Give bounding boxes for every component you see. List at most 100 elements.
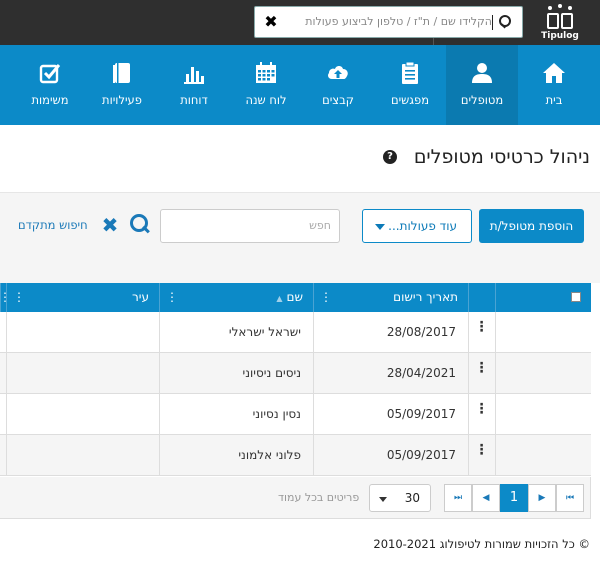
- calendar-icon: [256, 62, 276, 83]
- app-logo[interactable]: Tipulog: [538, 4, 582, 42]
- cell-date: 28/08/2017: [313, 312, 468, 353]
- next-page-button[interactable]: ▶: [528, 484, 556, 512]
- cell-date: 05/09/2017: [313, 435, 468, 476]
- column-menu-icon[interactable]: ⋮: [320, 283, 332, 312]
- logo-text: Tipulog: [541, 31, 579, 41]
- nav-item-sessions[interactable]: מפגשים: [374, 45, 446, 125]
- nav-item-home[interactable]: בית: [518, 45, 590, 125]
- table-row[interactable]: ⋮ 28/04/2021 ניסים ניסיוני: [0, 353, 591, 394]
- nav-item-reports[interactable]: דוחות: [158, 45, 230, 125]
- global-search-placeholder[interactable]: הקלידו שם / ת"ז / טלפון לביצוע פעולות: [305, 15, 492, 28]
- more-actions-label: עוד פעולות...: [388, 219, 457, 233]
- table-pager: ⏮ ▶ 1 ◀ ⏭ 30 פריטים בכל עמוד: [0, 477, 591, 519]
- cell-name[interactable]: נסין נסיוני: [159, 394, 313, 435]
- cell-name[interactable]: ישראל ישראלי: [159, 312, 313, 353]
- row-select-cell[interactable]: [495, 353, 591, 394]
- nav-item-calendar[interactable]: לוח שנה: [230, 45, 302, 125]
- row-actions-cell[interactable]: ⋮: [468, 435, 495, 476]
- more-actions-dropdown[interactable]: עוד פעולות...: [362, 209, 472, 243]
- cloud-upload-icon: [328, 66, 348, 79]
- sort-asc-icon: ▲: [276, 294, 283, 303]
- advanced-search-link[interactable]: חיפוש מתקדם: [18, 218, 88, 232]
- home-icon: [543, 63, 565, 83]
- per-page-label: פריטים בכל עמוד: [278, 491, 360, 504]
- text-caret: [492, 15, 493, 30]
- nav-label-sessions: מפגשים: [390, 93, 430, 107]
- nav-item-tasks[interactable]: משימות: [14, 45, 86, 125]
- close-icon[interactable]: ✖: [261, 11, 281, 33]
- list-search-placeholder: חפש: [309, 219, 331, 232]
- row-select-cell[interactable]: [495, 435, 591, 476]
- row-actions-cell[interactable]: ⋮: [468, 394, 495, 435]
- cell-city: [6, 312, 159, 353]
- user-icon: [472, 63, 492, 83]
- search-icon[interactable]: [498, 14, 514, 30]
- column-label-date: תאריך רישום: [393, 290, 458, 304]
- per-page-select[interactable]: 30: [369, 484, 431, 512]
- check-square-icon: [39, 64, 61, 84]
- column-menu-icon[interactable]: ⋮: [13, 283, 25, 312]
- caret-down-icon: [379, 497, 387, 502]
- table-row[interactable]: ⋮ 05/09/2017 נסין נסיוני: [0, 394, 591, 435]
- prev-page-button[interactable]: ◀: [472, 484, 500, 512]
- cell-city: [6, 353, 159, 394]
- last-page-button[interactable]: ⏭: [444, 484, 472, 512]
- page-header: ניהול כרטיסי מטופלים: [0, 125, 600, 193]
- select-all-header: [495, 283, 591, 312]
- column-header-overflow: ⋮: [0, 283, 11, 312]
- current-page[interactable]: 1: [500, 484, 528, 512]
- nav-label-home: בית: [545, 93, 563, 107]
- table-header: תאריך רישום ⋮ שם▲ ⋮ עיר ⋮ ⋮: [0, 283, 591, 312]
- select-all-checkbox[interactable]: [571, 292, 581, 302]
- row-actions-cell[interactable]: ⋮: [468, 312, 495, 353]
- column-label-city: עיר: [132, 290, 149, 304]
- list-toolbar: הוספת מטופל/ת עוד פעולות... חפש ✖ חיפוש …: [0, 193, 600, 283]
- table-row[interactable]: ⋮ 28/08/2017 ישראל ישראלי: [0, 312, 591, 353]
- first-page-button[interactable]: ⏮: [556, 484, 584, 512]
- logo-mark: [547, 13, 575, 31]
- main-nav: בית מטופלים מפגשים קבצים לוח שנה דוחות פ…: [0, 45, 600, 125]
- nav-label-calendar: לוח שנה: [245, 93, 287, 107]
- cell-name[interactable]: ניסים ניסיוני: [159, 353, 313, 394]
- nav-label-reports: דוחות: [180, 93, 208, 107]
- top-bar: Tipulog הקלידו שם / ת"ז / טלפון לביצוע פ…: [0, 0, 600, 45]
- help-icon[interactable]: ?: [383, 150, 397, 164]
- row-menu-icon[interactable]: ⋮: [468, 312, 495, 342]
- clipboard-icon: [402, 61, 418, 84]
- cell-date: 28/04/2021: [313, 353, 468, 394]
- nav-label-activities: פעילויות: [102, 93, 142, 107]
- cell-date: 05/09/2017: [313, 394, 468, 435]
- cell-city: [6, 394, 159, 435]
- book-icon: [113, 63, 130, 83]
- clear-search-icon[interactable]: ✖: [100, 214, 120, 236]
- row-actions-cell[interactable]: ⋮: [468, 353, 495, 394]
- column-label-name: שם▲: [276, 290, 303, 304]
- column-header-date[interactable]: תאריך רישום ⋮: [313, 283, 468, 312]
- column-header-name[interactable]: שם▲ ⋮: [159, 283, 313, 312]
- global-search-box[interactable]: הקלידו שם / ת"ז / טלפון לביצוע פעולות ✖: [254, 6, 523, 38]
- column-menu-icon[interactable]: ⋮: [166, 283, 178, 312]
- logo-dots: [546, 4, 574, 12]
- row-select-cell[interactable]: [495, 312, 591, 353]
- column-menu-icon[interactable]: ⋮: [0, 283, 11, 312]
- add-patient-button[interactable]: הוספת מטופל/ת: [479, 209, 584, 243]
- row-menu-icon[interactable]: ⋮: [468, 435, 495, 465]
- cell-name[interactable]: פלוני אלמוני: [159, 435, 313, 476]
- footer-copyright: © כל הזכויות שמורות לטיפולוג 2010-2021: [373, 537, 590, 551]
- list-search-input[interactable]: חפש: [160, 209, 340, 243]
- nav-item-patients[interactable]: מטופלים: [446, 45, 518, 125]
- nav-item-activities[interactable]: פעילויות: [86, 45, 158, 125]
- nav-item-files[interactable]: קבצים: [302, 45, 374, 125]
- search-icon[interactable]: [128, 214, 150, 236]
- column-header-city[interactable]: עיר ⋮: [6, 283, 159, 312]
- page-title: ניהול כרטיסי מטופלים: [413, 146, 590, 168]
- row-actions-header: [468, 283, 495, 312]
- nav-label-tasks: משימות: [31, 93, 69, 107]
- bar-chart-icon: [184, 67, 204, 84]
- row-select-cell[interactable]: [495, 394, 591, 435]
- row-menu-icon[interactable]: ⋮: [468, 394, 495, 424]
- table-row[interactable]: ⋮ 05/09/2017 פלוני אלמוני: [0, 435, 591, 476]
- per-page-value: 30: [404, 491, 420, 505]
- row-menu-icon[interactable]: ⋮: [468, 353, 495, 383]
- nav-label-files: קבצים: [322, 93, 354, 107]
